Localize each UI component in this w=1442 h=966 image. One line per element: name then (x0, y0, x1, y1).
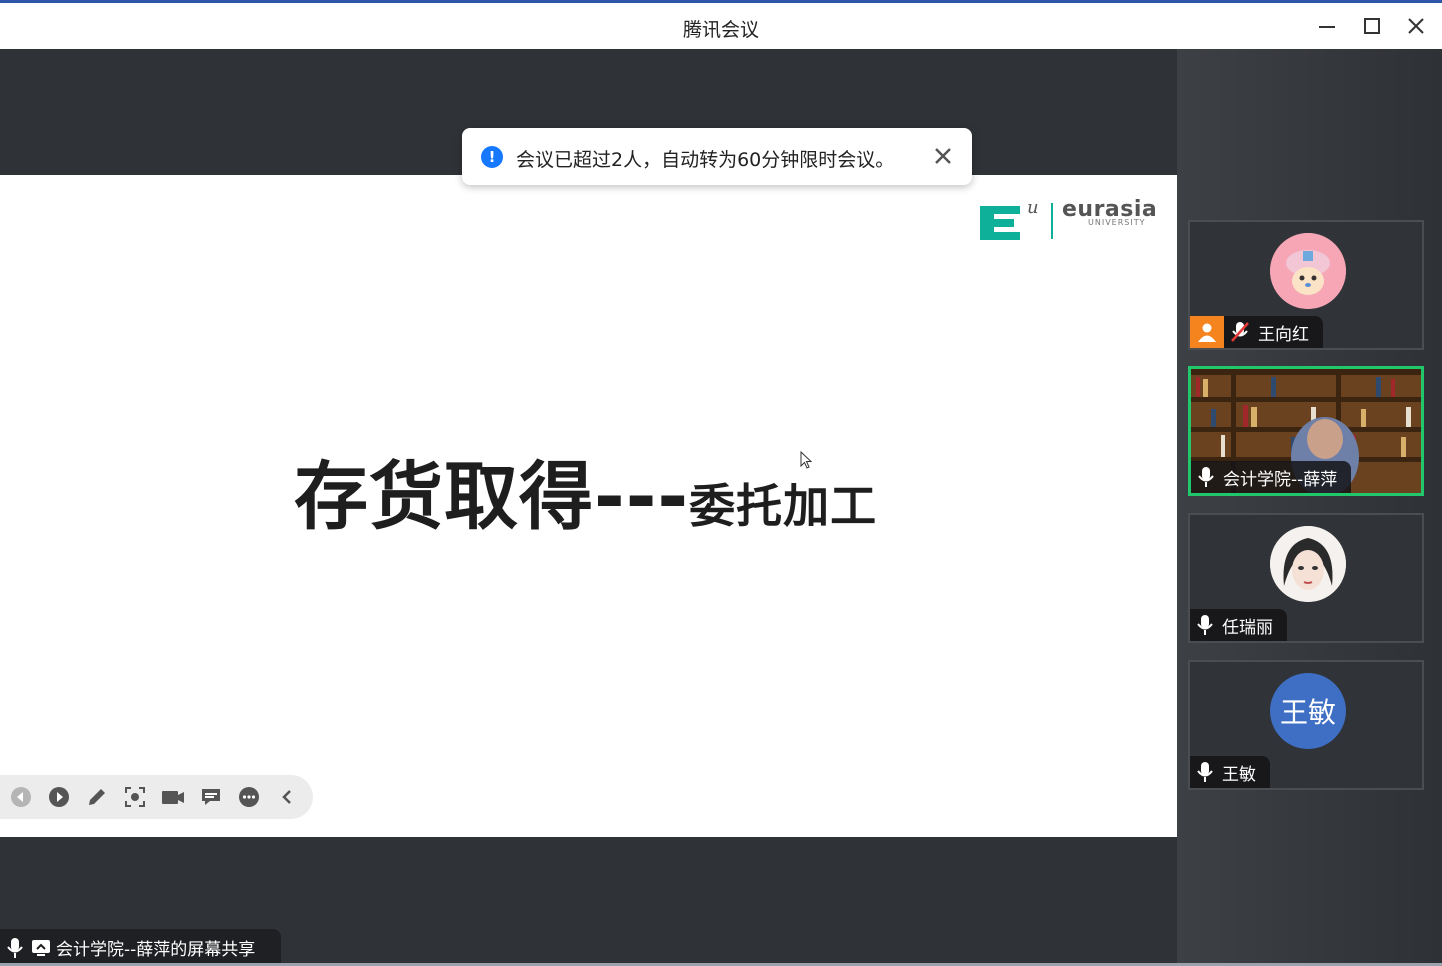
slide-title: 存货取得---委托加工 (294, 437, 877, 544)
participant-tile[interactable]: 王向红 (1188, 220, 1424, 350)
avatar (1270, 233, 1346, 309)
participant-tile[interactable]: 任瑞丽 (1188, 513, 1424, 643)
annotate-button[interactable] (84, 784, 110, 810)
illustrated-portrait-avatar-icon (1270, 526, 1346, 602)
participant-name: 王敏 (1222, 764, 1256, 785)
avatar (1270, 526, 1346, 602)
close-icon (935, 148, 951, 164)
window-title: 腾讯会议 (682, 19, 759, 41)
chat-icon (202, 789, 220, 805)
slide-toolbar (0, 775, 313, 819)
next-slide-button[interactable] (46, 784, 72, 810)
screenshot-button[interactable] (122, 784, 148, 810)
more-icon (239, 787, 259, 807)
previous-slide-button[interactable] (8, 784, 34, 810)
microphone-icon (1197, 615, 1213, 635)
microphone-muted-icon (1231, 322, 1249, 342)
maximize-icon (1364, 18, 1380, 34)
participant-name-bar: 王向红 (1190, 316, 1323, 348)
notification-close-button[interactable] (932, 145, 954, 167)
more-button[interactable] (236, 784, 262, 810)
screen-share-label: 会计学院--薛萍的屏幕共享 (0, 929, 281, 966)
logo-superscript: u (1027, 197, 1039, 218)
slide-title-main: 存货取得--- (294, 454, 690, 540)
participant-name-bar: 王敏 (1190, 756, 1270, 788)
collapse-toolbar-button[interactable] (274, 784, 300, 810)
notification-text: 会议已超过2人，自动转为60分钟限时会议。 (516, 149, 895, 171)
screenshot-icon (125, 787, 145, 807)
info-icon: ! (481, 146, 503, 168)
participants-sidebar: 王向红 会计学院--薛萍 任瑞丽 王敏 王敏 (1177, 49, 1442, 966)
meeting-limit-notification: ! 会议已超过2人，自动转为60分钟限时会议。 (462, 128, 972, 185)
participant-name: 任瑞丽 (1222, 617, 1273, 638)
slide-title-sub: 委托加工 (689, 479, 878, 533)
presentation-slide: u eurasia UNIVERSITY 存货取得---委托加工 (0, 175, 1177, 837)
participant-name: 会计学院--薛萍 (1223, 469, 1338, 490)
avatar: 王敏 (1270, 673, 1346, 749)
person-icon (1198, 323, 1216, 342)
person-badge (1190, 316, 1224, 348)
camera-button[interactable] (160, 784, 186, 810)
close-icon (1408, 18, 1424, 34)
logo-subtext: UNIVERSITY (1088, 218, 1146, 227)
microphone-icon (7, 937, 23, 958)
share-label-text: 会计学院--薛萍的屏幕共享 (56, 940, 256, 960)
previous-icon (11, 787, 31, 807)
pen-icon (89, 789, 105, 805)
close-window-button[interactable] (1396, 8, 1436, 44)
chevron-left-icon (282, 790, 291, 804)
participant-name-bar: 会计学院--薛萍 (1191, 461, 1352, 493)
microphone-icon (1197, 762, 1213, 782)
chat-button[interactable] (198, 784, 224, 810)
shared-screen-area: u eurasia UNIVERSITY 存货取得---委托加工 ! 会议已超过… (0, 49, 1177, 966)
screen-share-icon (32, 939, 50, 956)
participant-name-bar: 任瑞丽 (1190, 609, 1287, 641)
minimize-button[interactable] (1307, 8, 1347, 44)
cartoon-avatar-icon (1270, 233, 1346, 309)
minimize-icon (1319, 26, 1335, 28)
participant-tile[interactable]: 王敏 王敏 (1188, 660, 1424, 790)
eurasia-logo: u eurasia UNIVERSITY (980, 197, 1160, 243)
mouse-cursor-icon (800, 451, 813, 469)
title-bar[interactable]: 腾讯会议 (0, 3, 1442, 50)
participant-name: 王向红 (1258, 324, 1309, 345)
maximize-button[interactable] (1352, 8, 1392, 44)
play-icon (49, 787, 69, 807)
participant-tile-active-speaker[interactable]: 会计学院--薛萍 (1188, 366, 1424, 496)
video-camera-icon (162, 791, 184, 804)
microphone-icon (1198, 467, 1214, 487)
